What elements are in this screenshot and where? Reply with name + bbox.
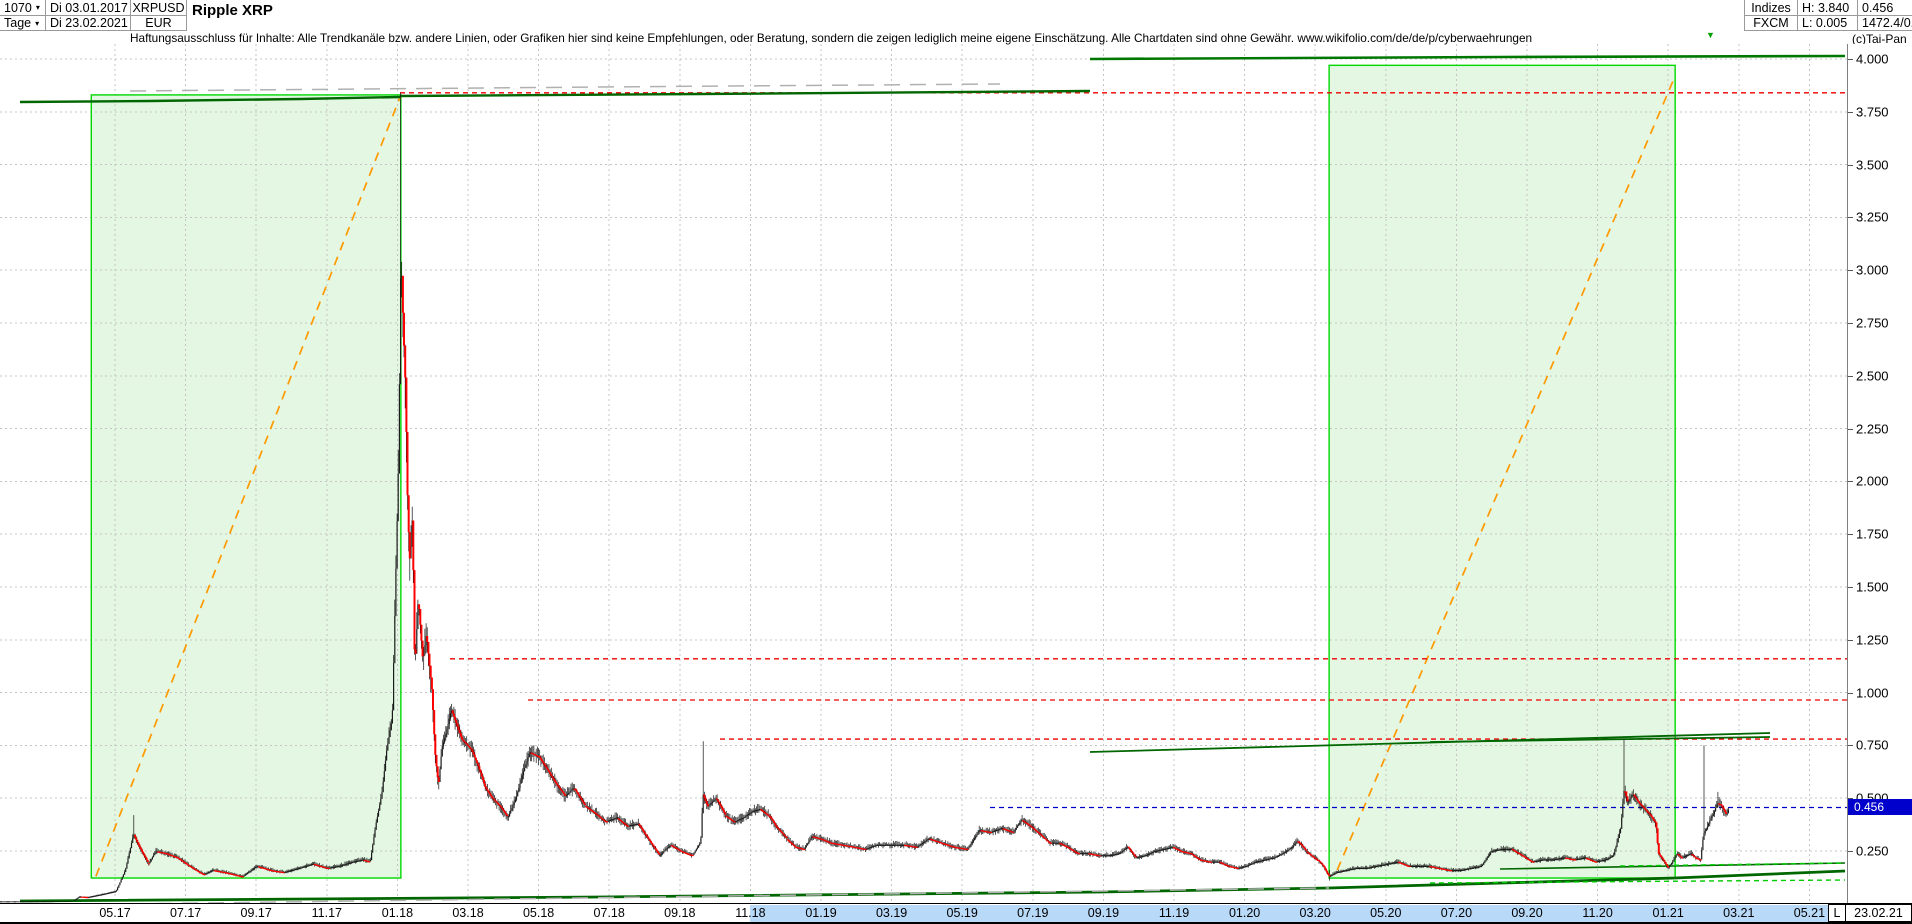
- x-tick-label: 01.18: [382, 906, 413, 920]
- latest-marker-box: L: [1828, 904, 1846, 922]
- y-tick-label: 1.750: [1856, 527, 1889, 542]
- y-tick: [1848, 59, 1853, 60]
- x-tick-label: 11.19: [1159, 906, 1189, 920]
- source-label: Indizes: [1744, 0, 1798, 16]
- trend-region-fills: [91, 65, 1675, 878]
- y-tick-label: 1.250: [1856, 632, 1889, 647]
- x-tick-label: 11.20: [1582, 906, 1612, 920]
- source2-label: FXCM: [1744, 16, 1798, 31]
- y-tick-label: 0.750: [1856, 738, 1889, 753]
- x-tick-label: 03.20: [1300, 906, 1331, 920]
- y-tick: [1848, 429, 1853, 430]
- last-date-box: 23.02.21: [1845, 904, 1912, 922]
- chart-plot-area[interactable]: [0, 44, 1847, 903]
- x-axis: 05.17 07.17 09.17 11.17 01.18 03.18 05.18 07.18…: [0, 903, 1912, 923]
- y-tick: [1848, 217, 1853, 218]
- y-tick-label: 4.000: [1856, 52, 1889, 67]
- y-tick: [1848, 851, 1853, 852]
- period-value: Tage: [4, 16, 31, 30]
- y-tick-label: 2.000: [1856, 474, 1889, 489]
- y-tick-label: 0.250: [1856, 844, 1889, 859]
- x-tick-label: 11.17: [312, 906, 342, 920]
- date-to-field[interactable]: Di 23.02.2021: [46, 16, 131, 31]
- x-tick-label: 11.18: [735, 906, 765, 920]
- chevron-down-icon: ▾: [35, 19, 39, 28]
- x-tick-label: 07.17: [170, 906, 201, 920]
- low-value: L: 0.005: [1798, 16, 1858, 31]
- x-tick-label: 05.21: [1794, 906, 1825, 920]
- x-tick-label: 05.19: [947, 906, 978, 920]
- x-tick-label: 03.21: [1723, 906, 1754, 920]
- y-tick: [1848, 693, 1853, 694]
- gray-longdash-bottom: [130, 888, 1329, 903]
- y-tick: [1848, 481, 1853, 482]
- y-tick-label: 1.500: [1856, 580, 1889, 595]
- y-tick: [1848, 323, 1853, 324]
- disclaimer-text: Haftungsausschluss für Inhalte: Alle Tre…: [130, 31, 1532, 45]
- y-tick: [1848, 640, 1853, 641]
- range-info-value: 1472.4/0.4: [1858, 16, 1912, 31]
- x-tick-label: 09.18: [664, 906, 695, 920]
- x-tick-label: 07.18: [594, 906, 625, 920]
- y-tick-label: 3.500: [1856, 157, 1889, 172]
- y-tick-label: 3.000: [1856, 263, 1889, 278]
- x-tick-label: 05.20: [1370, 906, 1401, 920]
- x-tick-label: 05.18: [523, 906, 554, 920]
- bars-count-dropdown[interactable]: 1070 ▾: [0, 0, 46, 16]
- y-tick-label: 2.750: [1856, 316, 1889, 331]
- chevron-down-icon: ▾: [36, 3, 40, 12]
- y-tick: [1848, 112, 1853, 113]
- period-dropdown[interactable]: Tage ▾: [0, 16, 46, 31]
- x-tick-label: 05.17: [99, 906, 130, 920]
- y-tick: [1848, 745, 1853, 746]
- gray-longdash-top: [130, 84, 1000, 91]
- x-tick-label: 09.19: [1088, 906, 1119, 920]
- high-value: H: 3.840: [1798, 0, 1858, 16]
- x-tick-label: 01.21: [1653, 906, 1684, 920]
- currency-field: EUR: [131, 16, 187, 31]
- y-tick: [1848, 165, 1853, 166]
- x-tick-label: 07.19: [1017, 906, 1048, 920]
- y-tick: [1848, 534, 1853, 535]
- chart-application: 1070 ▾ Di 03.01.2017 XRPUSD Tage ▾ Di 23…: [0, 0, 1912, 924]
- y-tick-label: 3.750: [1856, 104, 1889, 119]
- x-tick-label: 09.17: [241, 906, 272, 920]
- last-price-value: 0.456: [1858, 0, 1912, 16]
- x-tick-label: 07.20: [1441, 906, 1472, 920]
- y-tick-label: 3.250: [1856, 210, 1889, 225]
- y-axis: 4.000 3.750 3.500 3.250 3.000 2.750 2.500 2.250…: [1847, 44, 1912, 903]
- x-tick-label: 01.20: [1229, 906, 1260, 920]
- y-tick-label: 1.000: [1856, 685, 1889, 700]
- x-tick-label: 01.19: [805, 906, 836, 920]
- x-tick-label: 03.18: [452, 906, 483, 920]
- date-from-field[interactable]: Di 03.01.2017: [46, 0, 131, 16]
- y-tick: [1848, 376, 1853, 377]
- symbol-field[interactable]: XRPUSD: [131, 0, 187, 16]
- last-price-badge: 0.456: [1848, 799, 1912, 815]
- y-tick-label: 2.250: [1856, 421, 1889, 436]
- price-chart-svg[interactable]: [0, 44, 1847, 903]
- x-tick-label: 09.20: [1511, 906, 1542, 920]
- bars-count-value: 1070: [4, 1, 32, 15]
- trend-region-fill: [1329, 65, 1675, 878]
- page-title: Ripple XRP: [192, 2, 273, 19]
- marker-triangle-icon: ▼: [1706, 30, 1715, 40]
- y-tick: [1848, 587, 1853, 588]
- y-tick-label: 2.500: [1856, 368, 1889, 383]
- resistance-top-mid: [400, 91, 1090, 96]
- y-tick: [1848, 270, 1853, 271]
- x-tick-label: 03.19: [876, 906, 907, 920]
